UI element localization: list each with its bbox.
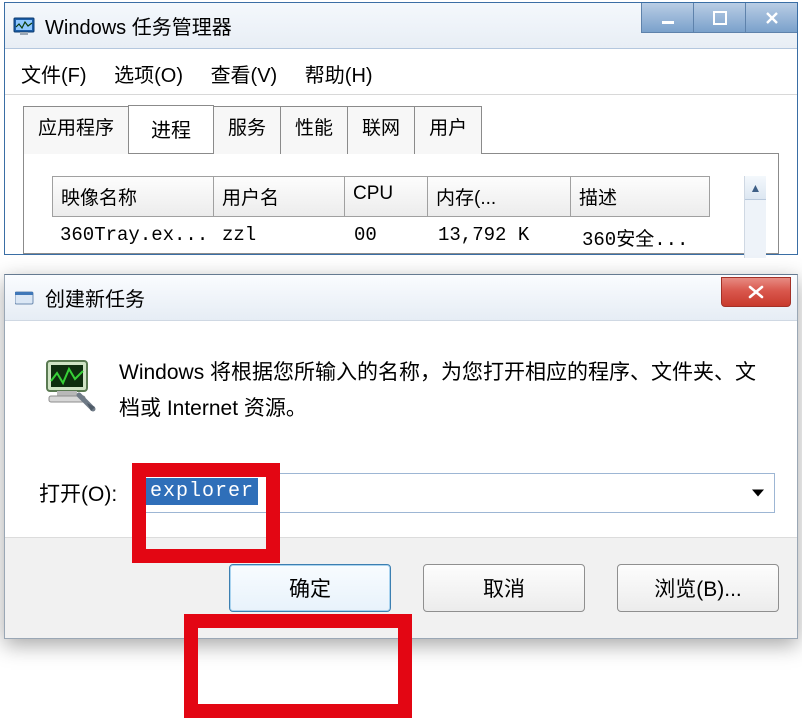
dialog-close-button[interactable]	[721, 277, 791, 307]
col-user-name[interactable]: 用户名	[213, 176, 345, 217]
task-manager-body: 应用程序 进程 服务 性能 联网 用户 映像名称 用户名 CPU 内存(... …	[5, 95, 797, 254]
create-new-task-dialog: 创建新任务 Windows 将根据您所输入的名称，为您打开相应的程序、文件夹、文…	[4, 274, 798, 639]
close-button[interactable]	[745, 3, 797, 33]
menu-options[interactable]: 选项(O)	[114, 65, 183, 87]
cell-cpu: 00	[346, 224, 430, 251]
task-manager-titlebar[interactable]: Windows 任务管理器	[5, 3, 797, 49]
vertical-scrollbar[interactable]: ▲	[744, 176, 766, 258]
process-table-header: 映像名称 用户名 CPU 内存(... 描述	[52, 176, 766, 217]
cancel-button[interactable]: 取消	[423, 564, 585, 612]
cell-user: zzl	[214, 224, 346, 251]
ok-button[interactable]: 确定	[229, 564, 391, 612]
open-value: explorer	[146, 478, 258, 505]
menu-view[interactable]: 查看(V)	[211, 65, 278, 87]
task-manager-icon	[13, 15, 35, 37]
run-program-icon	[39, 355, 97, 413]
processes-panel: 映像名称 用户名 CPU 内存(... 描述 360Tray.ex... zzl…	[23, 153, 779, 254]
tab-users[interactable]: 用户	[414, 106, 482, 154]
dialog-footer: 确定 取消 浏览(B)...	[5, 537, 797, 638]
tab-services[interactable]: 服务	[213, 106, 281, 154]
dialog-title: 创建新任务	[45, 283, 145, 312]
dialog-description: Windows 将根据您所输入的名称，为您打开相应的程序、文件夹、文档或 Int…	[119, 355, 759, 427]
run-dialog-icon	[15, 290, 35, 306]
dialog-body: Windows 将根据您所输入的名称，为您打开相应的程序、文件夹、文档或 Int…	[5, 321, 797, 537]
col-cpu[interactable]: CPU	[344, 176, 428, 217]
open-combobox[interactable]: explorer	[139, 473, 775, 513]
task-manager-window: Windows 任务管理器 文件(F) 选项(O) 查看(V) 帮助(H) 应用…	[4, 2, 798, 255]
maximize-button[interactable]	[693, 3, 745, 33]
scroll-up-icon[interactable]: ▲	[745, 176, 766, 200]
col-memory[interactable]: 内存(...	[427, 176, 571, 217]
open-label: 打开(O):	[39, 478, 139, 508]
col-description[interactable]: 描述	[570, 176, 710, 217]
dialog-titlebar[interactable]: 创建新任务	[5, 275, 797, 321]
tab-processes[interactable]: 进程	[128, 105, 214, 153]
tab-performance[interactable]: 性能	[280, 106, 348, 154]
col-image-name[interactable]: 映像名称	[52, 176, 214, 217]
chevron-down-icon[interactable]	[752, 490, 764, 497]
cell-mem: 13,792 K	[430, 224, 574, 251]
task-manager-title: Windows 任务管理器	[45, 11, 232, 40]
tab-applications[interactable]: 应用程序	[23, 106, 129, 154]
process-table: 映像名称 用户名 CPU 内存(... 描述 360Tray.ex... zzl…	[52, 176, 766, 253]
menu-bar: 文件(F) 选项(O) 查看(V) 帮助(H)	[5, 49, 797, 95]
menu-help[interactable]: 帮助(H)	[305, 65, 373, 87]
tab-networking[interactable]: 联网	[347, 106, 415, 154]
table-row[interactable]: 360Tray.ex... zzl 00 13,792 K 360安全...	[52, 217, 766, 253]
tab-strip: 应用程序 进程 服务 性能 联网 用户	[23, 105, 779, 153]
window-buttons	[641, 3, 797, 33]
cell-desc: 360安全...	[574, 224, 714, 251]
cell-image: 360Tray.ex...	[52, 224, 214, 251]
menu-file[interactable]: 文件(F)	[21, 65, 87, 87]
minimize-button[interactable]	[641, 3, 693, 33]
browse-button[interactable]: 浏览(B)...	[617, 564, 779, 612]
